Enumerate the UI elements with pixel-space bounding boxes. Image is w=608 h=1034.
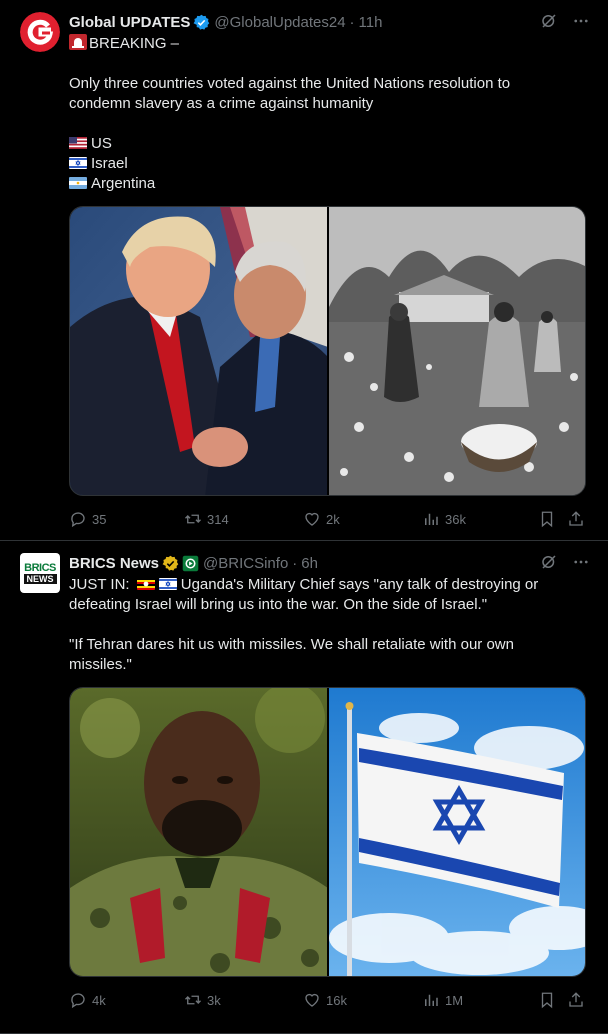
- text-line-argentina: Argentina: [69, 174, 592, 194]
- text-line-israel: Israel: [69, 154, 592, 174]
- like-count: 16k: [326, 992, 347, 1008]
- tweet-media[interactable]: [69, 687, 586, 977]
- repost-icon: [185, 995, 201, 1005]
- tweet-top-actions: [540, 553, 590, 571]
- cotton-field-photo-icon: [328, 207, 585, 495]
- separator-dot: ·: [292, 554, 298, 572]
- like-icon: [305, 512, 319, 526]
- text-line-4: condemn slavery as a crime against human…: [69, 95, 374, 112]
- share-button[interactable]: [567, 991, 585, 1009]
- tweet-global-updates[interactable]: Global UPDATES @GlobalUpdates24 · 11h BR…: [0, 0, 608, 541]
- reply-count: 35: [92, 511, 107, 527]
- tweet-actions: 35 314 2k 36k: [69, 497, 592, 543]
- military-chief-photo-icon: [70, 688, 327, 976]
- avatar-global-updates[interactable]: [20, 12, 60, 52]
- views-count: 36k: [445, 511, 466, 527]
- views-icon: [425, 994, 438, 1006]
- author-handle[interactable]: @BRICSinfo: [203, 555, 288, 572]
- repost-icon: [185, 514, 201, 524]
- repost-count: 314: [207, 511, 229, 527]
- text-line-3: Only three countries voted against the U…: [69, 75, 511, 92]
- tweet-header: Global UPDATES @GlobalUpdates24 · 11h: [69, 12, 592, 32]
- views-button[interactable]: 36k: [422, 510, 466, 528]
- text-line-us: US: [69, 134, 592, 154]
- global-updates-logo-icon: [20, 12, 60, 52]
- author-name[interactable]: Global UPDATES: [69, 14, 190, 31]
- more-icon[interactable]: [572, 12, 590, 30]
- bookmark-icon: [541, 511, 553, 528]
- share-icon: [569, 511, 583, 526]
- bookmark-button[interactable]: [538, 991, 556, 1009]
- reply-icon: [71, 993, 85, 1009]
- argentina-flag-icon: [69, 177, 87, 189]
- views-icon: [425, 513, 438, 525]
- israel-flag-photo-icon: [328, 688, 585, 976]
- tweet-header: BRICS News @BRICSinfo · 6h: [69, 553, 592, 573]
- verified-badge-icon: [193, 14, 210, 30]
- author-handle[interactable]: @GlobalUpdates24: [214, 14, 345, 31]
- text-line-blank-2: [69, 114, 592, 134]
- reply-button[interactable]: 4k: [69, 991, 106, 1009]
- photo-israel-flag[interactable]: [328, 688, 585, 976]
- israel-flag-icon: [158, 578, 177, 590]
- text-line-2: defeating Israel will bring us into the …: [69, 596, 488, 613]
- photo-military-chief[interactable]: [70, 688, 327, 976]
- text-line-5: missiles.": [69, 656, 132, 673]
- reply-button[interactable]: 35: [69, 510, 106, 528]
- grok-icon[interactable]: [540, 553, 558, 571]
- text-line-breaking: BREAKING –: [69, 34, 592, 54]
- photo-two-leaders[interactable]: [70, 207, 327, 495]
- timestamp[interactable]: 6h: [301, 555, 318, 572]
- more-icon[interactable]: [572, 553, 590, 571]
- tweet-text: JUST IN: Uganda's Military Chief says "a…: [69, 575, 592, 675]
- israel-flag-icon: [69, 157, 87, 169]
- repost-button[interactable]: 3k: [184, 991, 221, 1009]
- affiliate-badge-icon: [182, 555, 199, 571]
- tweet-media[interactable]: [69, 206, 586, 496]
- grok-icon[interactable]: [540, 12, 558, 30]
- bookmark-button[interactable]: [538, 510, 556, 528]
- share-button[interactable]: [567, 510, 585, 528]
- us-flag-icon: [69, 137, 87, 149]
- brics-avatar-bottom-text: NEWS: [23, 574, 57, 584]
- text-line-blank-1: [69, 54, 592, 74]
- verified-badge-icon: [162, 555, 179, 571]
- leaders-photo-icon: [70, 207, 327, 495]
- separator-dot: ·: [349, 13, 355, 31]
- like-button[interactable]: 2k: [303, 510, 340, 528]
- tweet-top-actions: [540, 12, 590, 30]
- reply-icon: [71, 512, 85, 528]
- like-icon: [305, 993, 319, 1007]
- like-button[interactable]: 16k: [303, 991, 347, 1009]
- views-count: 1M: [445, 992, 464, 1008]
- siren-icon: [69, 34, 87, 50]
- brics-avatar-top-text: BRICS: [24, 562, 56, 574]
- avatar-brics-news[interactable]: BRICS NEWS: [20, 553, 60, 593]
- tweet-text: BREAKING – Only three countries voted ag…: [69, 34, 592, 194]
- timestamp[interactable]: 11h: [359, 14, 383, 31]
- uganda-flag-icon: [136, 578, 155, 590]
- tweet-brics-news[interactable]: BRICS NEWS BRICS News @BRICSinfo · 6h JU…: [0, 541, 608, 1034]
- views-button[interactable]: 1M: [422, 991, 463, 1009]
- repost-button[interactable]: 314: [184, 510, 229, 528]
- share-icon: [569, 992, 583, 1007]
- photo-cotton-field[interactable]: [328, 207, 585, 495]
- text-line-4: "If Tehran dares hit us with missiles. W…: [69, 636, 514, 653]
- text-line-1: JUST IN: Uganda's Military Chief says "a…: [69, 576, 539, 593]
- like-count: 2k: [326, 511, 340, 527]
- text-line-blank: [69, 615, 592, 635]
- repost-count: 3k: [207, 992, 221, 1008]
- author-name[interactable]: BRICS News: [69, 555, 159, 572]
- bookmark-icon: [541, 992, 553, 1009]
- tweet-actions: 4k 3k 16k 1M: [69, 978, 592, 1024]
- reply-count: 4k: [92, 992, 106, 1008]
